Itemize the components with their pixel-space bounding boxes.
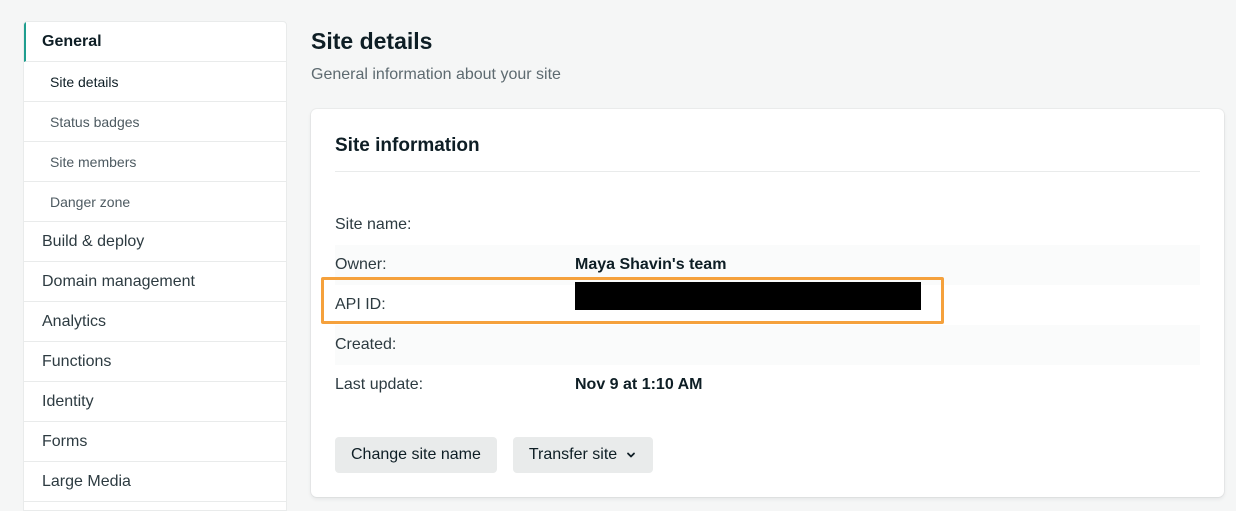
card-divider [335, 171, 1200, 172]
sidebar-item-label: Identity [42, 392, 94, 410]
info-row-api-id: API ID: [335, 282, 1200, 325]
button-label: Change site name [351, 446, 481, 463]
main-content: Site details General information about y… [311, 21, 1224, 497]
site-information-card: Site information Site name: Owner: Maya … [311, 109, 1224, 497]
info-label: Last update: [335, 376, 424, 393]
chevron-down-icon [627, 452, 636, 458]
info-label: Created: [335, 336, 397, 353]
sidebar-item-build-deploy[interactable]: Build & deploy [24, 222, 286, 262]
sidebar-item-label: Domain management [42, 272, 195, 290]
sidebar-item-label: Status badges [50, 113, 140, 130]
sidebar-item-danger-zone[interactable]: Danger zone [24, 182, 286, 222]
card-actions: Change site name Transfer site [335, 437, 654, 473]
sidebar-item-large-media[interactable]: Large Media [24, 462, 286, 502]
sidebar-item-site-details[interactable]: Site details [24, 62, 286, 102]
sidebar-item-forms[interactable]: Forms [24, 422, 286, 462]
transfer-site-button[interactable]: Transfer site [512, 437, 654, 473]
redacted-value [575, 282, 921, 310]
info-label: Owner: [335, 256, 387, 273]
settings-sidebar: General Site details Status badges Site … [23, 21, 287, 511]
page-title: Site details [311, 28, 433, 54]
info-row-site-name: Site name: [335, 205, 1200, 245]
info-row-owner: Owner: Maya Shavin's team [335, 245, 1200, 285]
sidebar-item-site-members[interactable]: Site members [24, 142, 286, 182]
change-site-name-button[interactable]: Change site name [335, 437, 497, 473]
sidebar-item-functions[interactable]: Functions [24, 342, 286, 382]
sidebar-item-general[interactable]: General [24, 22, 286, 62]
page-subtitle: General information about your site [311, 66, 561, 83]
sidebar-item-identity[interactable]: Identity [24, 382, 286, 422]
sidebar-item-analytics[interactable]: Analytics [24, 302, 286, 342]
sidebar-item-label: Large Media [42, 472, 131, 490]
sidebar-item-label: Analytics [42, 312, 107, 330]
sidebar-item-label: General [42, 32, 102, 50]
sidebar-item-label: Functions [42, 352, 112, 370]
info-row-last-update: Last update: Nov 9 at 1:10 AM [335, 365, 1200, 405]
sidebar-item-label: Danger zone [50, 193, 131, 210]
sidebar-item-label: Forms [42, 432, 88, 450]
button-label: Transfer site [528, 446, 618, 463]
info-label: Site name: [335, 216, 412, 233]
site-info-list: Site name: Owner: Maya Shavin's team API… [335, 205, 1200, 405]
info-value: Nov 9 at 1:10 AM [575, 376, 703, 393]
card-title: Site information [335, 135, 480, 156]
sidebar-item-label: Build & deploy [42, 232, 145, 250]
sidebar-item-label: Site details [50, 73, 119, 90]
sidebar-item-domain-management[interactable]: Domain management [24, 262, 286, 302]
info-row-created: Created: [335, 325, 1200, 365]
sidebar-item-label: Site members [50, 153, 137, 170]
sidebar-item-status-badges[interactable]: Status badges [24, 102, 286, 142]
info-label: API ID: [335, 296, 386, 313]
info-value: Maya Shavin's team [575, 256, 727, 273]
